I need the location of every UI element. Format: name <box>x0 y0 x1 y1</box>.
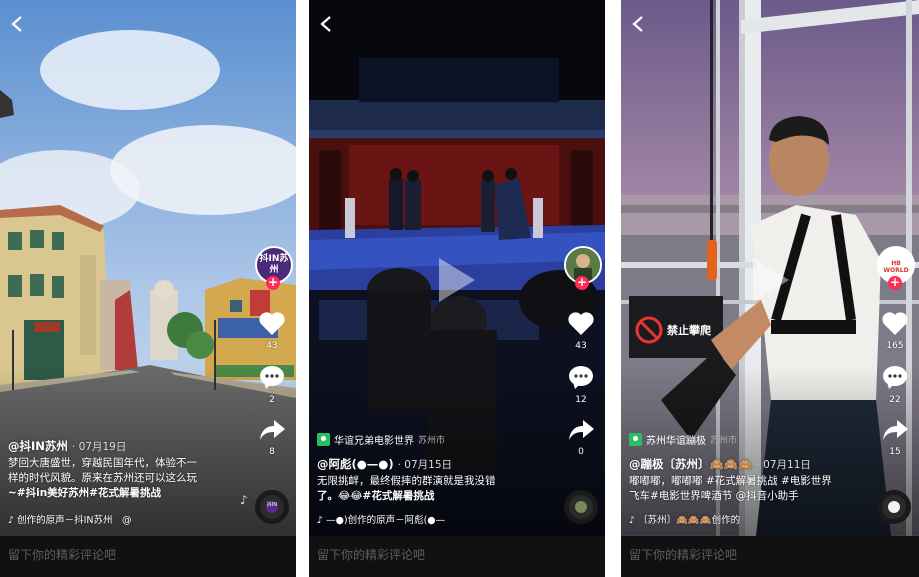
disc-cover <box>888 501 900 513</box>
music-text: ♪ —●)创作的原声－阿彪(●— <box>317 515 446 526</box>
comment-icon <box>569 366 593 389</box>
share-arrow-icon <box>260 420 285 440</box>
comment-input-placeholder[interactable]: 留下你的精彩评论吧 <box>629 546 737 563</box>
video-card-1[interactable]: 抖IN苏州 + 43 2 8 @抖IN苏州 · 07月19日 梦回大唐盛世，穿越… <box>0 0 296 577</box>
caption-line: 梦回大唐盛世，穿越民国年代，体验不一 <box>8 457 197 469</box>
location-name: 苏州华谊蹦极 <box>646 436 706 447</box>
comment-button[interactable]: 12 <box>561 364 601 405</box>
like-count: 43 <box>266 341 278 351</box>
author-line[interactable]: @蹦极〔苏州〕🙈🙈🙈 · 07月11日 <box>629 456 811 472</box>
author-line[interactable]: @抖IN苏州 · 07月19日 <box>8 438 126 454</box>
heart-icon <box>568 312 594 335</box>
caption-line: 样的时代风貌。原来在苏州还可以这么玩 <box>8 472 197 484</box>
disc-label: 抖IN <box>266 502 278 508</box>
no-climbing-sign-text: 禁止攀爬 <box>667 324 711 337</box>
share-button[interactable]: 8 <box>252 418 292 457</box>
music-line[interactable]: ♪ —●)创作的原声－阿彪(●— <box>317 512 445 526</box>
comment-input-placeholder[interactable]: 留下你的精彩评论吧 <box>8 546 116 563</box>
caption-line: 嘟嘟嘟，嘟嘟嘟 #花式解暑挑战 #电影世界 <box>629 475 832 487</box>
comment-bar[interactable]: 留下你的精彩评论吧 <box>309 536 605 577</box>
comment-icon <box>260 366 284 389</box>
location-city: 苏州市 <box>710 436 738 446</box>
back-arrow-icon[interactable] <box>631 14 651 38</box>
play-icon[interactable] <box>753 258 789 302</box>
back-arrow-icon[interactable] <box>10 14 30 38</box>
author-line[interactable]: @阿彪(●—●) · 07月15日 <box>317 456 452 472</box>
video-card-3[interactable]: 禁止攀爬 HB WORLD + 165 22 15 苏州华谊蹦极 苏州市 @蹦极… <box>621 0 919 577</box>
post-date: · 07月19日 <box>71 441 127 453</box>
comment-count: 2 <box>269 395 275 405</box>
like-button[interactable]: 165 <box>875 310 915 351</box>
like-button[interactable]: 43 <box>252 310 292 351</box>
caption-line: 飞车#电影世界啤酒节 @抖音小助手 <box>629 490 799 502</box>
follow-plus-button[interactable]: + <box>266 276 280 290</box>
location-tag[interactable]: 华谊兄弟电影世界 苏州市 <box>317 432 445 447</box>
post-date: · 07月11日 <box>756 459 811 471</box>
comment-count: 22 <box>889 395 901 405</box>
author-name[interactable]: @抖IN苏州 <box>8 439 68 453</box>
follow-plus-button[interactable]: + <box>888 276 902 290</box>
location-pin-icon <box>317 433 330 446</box>
share-count: 8 <box>269 447 275 457</box>
comment-count: 12 <box>575 395 587 405</box>
share-arrow-icon <box>883 420 908 440</box>
caption-line: 无限挑衅，最终假摔的群演就是我没错 <box>317 475 496 487</box>
caption-line: 了。😂😂#花式解暑挑战 <box>317 490 435 502</box>
comment-bar[interactable]: 留下你的精彩评论吧 <box>0 536 296 577</box>
post-date: · 07月15日 <box>397 459 453 471</box>
comment-button[interactable]: 22 <box>875 364 915 405</box>
like-count: 43 <box>575 341 587 351</box>
music-text: ♪ 〔苏州〕🙈🙈🙈创作的 <box>629 515 741 526</box>
comment-icon <box>883 366 907 389</box>
music-line[interactable]: ♪ 创作的原声－抖IN苏州 @ <box>8 512 132 526</box>
music-disc[interactable] <box>564 490 598 524</box>
location-pin-icon <box>629 433 642 446</box>
share-count: 0 <box>578 447 584 457</box>
comment-bar[interactable]: 留下你的精彩评论吧 <box>621 536 919 577</box>
share-count: 15 <box>889 447 901 457</box>
avatar-label: 抖IN苏州 <box>259 254 289 275</box>
like-count: 165 <box>886 341 904 351</box>
back-arrow-icon[interactable] <box>319 14 339 38</box>
comment-button[interactable]: 2 <box>252 364 292 405</box>
music-disc[interactable] <box>877 490 911 524</box>
share-button[interactable]: 15 <box>875 418 915 457</box>
music-note-icon: ♪ <box>240 493 248 507</box>
heart-icon <box>882 312 908 335</box>
share-button[interactable]: 0 <box>561 418 601 457</box>
caption-line: ~#抖in美好苏州#花式解暑挑战 <box>8 487 161 499</box>
video-card-2[interactable]: + 43 12 0 华谊兄弟电影世界 苏州市 @阿彪(●—●) · 07月15日… <box>309 0 605 577</box>
video-caption: 梦回大唐盛世，穿越民国年代，体验不一 样的时代风貌。原来在苏州还可以这么玩 ~#… <box>8 456 222 501</box>
comment-input-placeholder[interactable]: 留下你的精彩评论吧 <box>317 546 425 563</box>
author-name[interactable]: @蹦极〔苏州〕🙈🙈🙈 <box>629 457 752 471</box>
author-name[interactable]: @阿彪(●—●) <box>317 457 394 471</box>
hb-world-logo: HB WORLD <box>883 260 909 274</box>
location-city: 苏州市 <box>418 436 446 446</box>
like-button[interactable]: 43 <box>561 310 601 351</box>
share-arrow-icon <box>569 420 594 440</box>
music-text: ♪ 创作的原声－抖IN苏州 @ <box>8 515 132 526</box>
disc-cover <box>575 501 587 513</box>
play-icon[interactable] <box>439 258 475 302</box>
video-caption: 嘟嘟嘟，嘟嘟嘟 #花式解暑挑战 #电影世界 飞车#电影世界啤酒节 @抖音小助手 <box>629 474 859 504</box>
heart-icon <box>259 312 285 335</box>
follow-plus-button[interactable]: + <box>575 276 589 290</box>
location-name: 华谊兄弟电影世界 <box>334 436 414 447</box>
music-disc[interactable]: 抖IN <box>255 490 289 524</box>
location-tag[interactable]: 苏州华谊蹦极 苏州市 <box>629 432 737 447</box>
music-line[interactable]: ♪ 〔苏州〕🙈🙈🙈创作的 <box>629 512 740 526</box>
video-caption: 无限挑衅，最终假摔的群演就是我没错 了。😂😂#花式解暑挑战 <box>317 474 531 504</box>
